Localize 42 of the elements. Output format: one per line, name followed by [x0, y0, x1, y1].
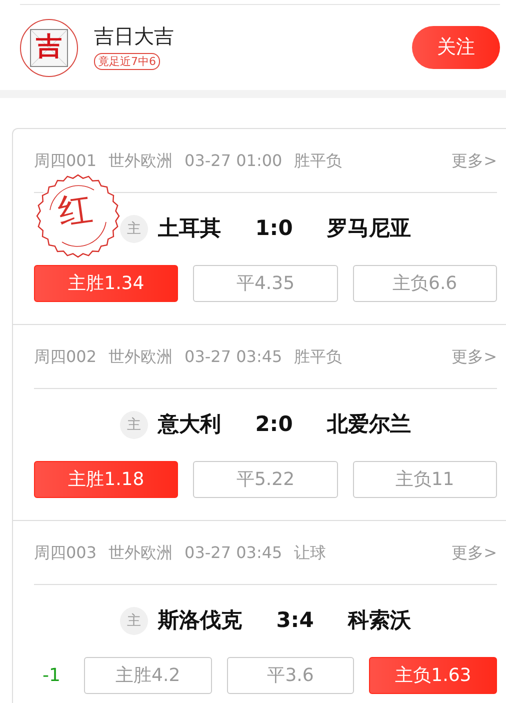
more-link[interactable]: 更多>	[452, 540, 497, 564]
odds-option[interactable]: 主负1.63	[369, 657, 498, 694]
follow-button[interactable]: 关注	[412, 26, 500, 69]
match-code: 周四001	[34, 150, 97, 172]
match-score: 3:4	[276, 607, 314, 634]
match-code: 周四003	[34, 542, 97, 564]
result-stamp: 红	[36, 174, 120, 258]
match-time: 03-27 03:45	[184, 542, 282, 564]
record-tag: 竟足近7中6	[94, 52, 160, 70]
expert-name: 吉日大吉	[94, 24, 174, 48]
odds-option[interactable]: 主胜1.18	[34, 461, 178, 498]
home-tag: 主	[120, 607, 148, 635]
match-score: 1:0	[255, 215, 293, 242]
odds-option[interactable]: 平5.22	[193, 461, 338, 498]
odds-option[interactable]: 平4.35	[193, 265, 338, 302]
away-team: 罗马尼亚	[326, 215, 411, 242]
market-name: 胜平负	[294, 150, 342, 172]
avatar: 吉	[20, 18, 78, 76]
market-name: 让球	[294, 542, 326, 564]
odds-option[interactable]: 主负6.6	[352, 265, 497, 302]
home-tag: 主	[120, 215, 148, 243]
more-link[interactable]: 更多>	[452, 148, 497, 172]
handicap-value: -1	[42, 664, 62, 688]
home-team: 意大利	[158, 411, 222, 438]
odds-option[interactable]: 平3.6	[226, 657, 354, 694]
home-tag: 主	[120, 411, 148, 439]
league-name: 世外欧洲	[108, 150, 173, 172]
match-time: 03-27 03:45	[184, 346, 282, 368]
away-team: 科索沃	[348, 607, 411, 634]
odds-option[interactable]: 主胜1.34	[34, 265, 178, 302]
market-name: 胜平负	[294, 346, 342, 368]
match-time: 03-27 01:00	[184, 150, 282, 172]
match-code: 周四002	[34, 346, 97, 368]
more-link[interactable]: 更多>	[452, 344, 497, 368]
match-score: 2:0	[255, 411, 293, 438]
odds-option[interactable]: 主负11	[352, 461, 497, 498]
away-team: 北爱尔兰	[326, 411, 411, 438]
home-team: 土耳其	[158, 215, 222, 242]
league-name: 世外欧洲	[108, 346, 173, 368]
home-team: 斯洛伐克	[158, 607, 242, 634]
odds-option[interactable]: 主胜4.2	[84, 657, 212, 694]
league-name: 世外欧洲	[108, 542, 173, 564]
